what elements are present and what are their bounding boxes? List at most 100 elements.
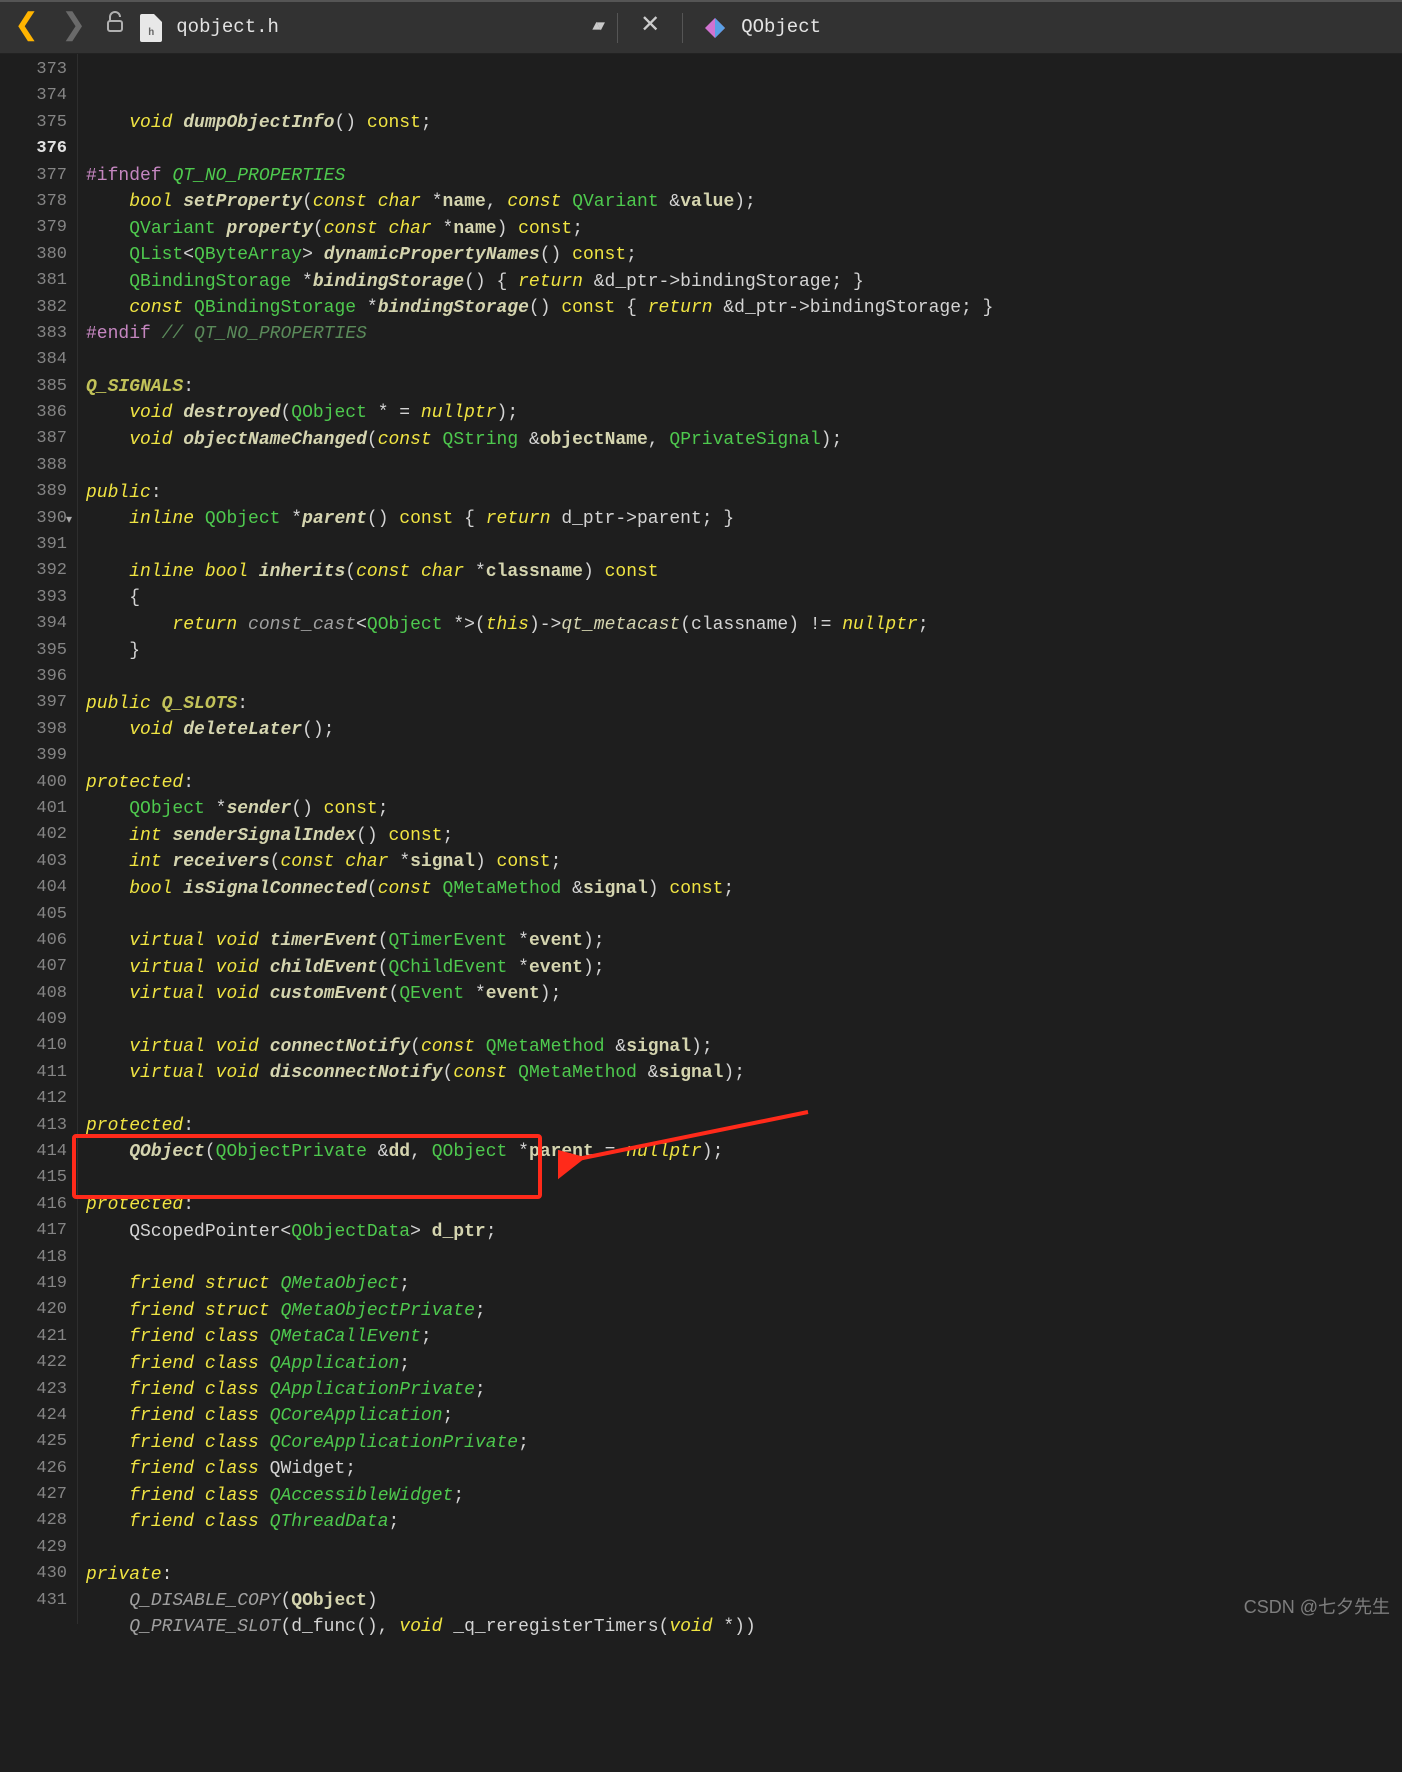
line-number[interactable]: 398 — [4, 718, 67, 744]
line-number[interactable]: 407 — [4, 955, 67, 981]
line-number[interactable]: 387 — [4, 427, 67, 453]
code-line[interactable]: int senderSignalIndex() const; — [86, 823, 1402, 849]
code-line[interactable]: #ifndef QT_NO_PROPERTIES — [86, 163, 1402, 189]
line-number[interactable]: 425 — [4, 1430, 67, 1456]
code-line[interactable] — [86, 744, 1402, 770]
line-number[interactable]: 423 — [4, 1378, 67, 1404]
file-dropdown-icon[interactable]: ▲▼ — [442, 17, 601, 37]
line-number[interactable]: 399 — [4, 744, 67, 770]
code-line[interactable]: QBindingStorage *bindingStorage() { retu… — [86, 269, 1402, 295]
line-number[interactable]: 395 — [4, 639, 67, 665]
line-number[interactable]: 413 — [4, 1114, 67, 1140]
code-line[interactable]: virtual void connectNotify(const QMetaMe… — [86, 1034, 1402, 1060]
nav-forward-icon[interactable]: ❯ — [55, 6, 92, 50]
code-line[interactable]: bool isSignalConnected(const QMetaMethod… — [86, 876, 1402, 902]
code-line[interactable]: virtual void timerEvent(QTimerEvent *eve… — [86, 928, 1402, 954]
line-number[interactable]: 373 — [4, 58, 67, 84]
code-line[interactable]: protected: — [86, 1113, 1402, 1139]
close-icon[interactable]: ✕ — [634, 10, 666, 45]
code-line[interactable]: int receivers(const char *signal) const; — [86, 849, 1402, 875]
line-number[interactable]: 390 — [4, 507, 67, 533]
line-number[interactable]: 377 — [4, 164, 67, 190]
code-line[interactable]: friend class QWidget; — [86, 1456, 1402, 1482]
code-line[interactable]: protected: — [86, 770, 1402, 796]
code-line[interactable]: void destroyed(QObject * = nullptr); — [86, 400, 1402, 426]
line-number-gutter[interactable]: 3733743753763773783793803813823833843853… — [0, 54, 78, 1624]
code-editor[interactable]: 3733743753763773783793803813823833843853… — [0, 54, 1402, 1624]
code-line[interactable] — [86, 1535, 1402, 1561]
line-number[interactable]: 381 — [4, 269, 67, 295]
code-line[interactable]: friend class QCoreApplication; — [86, 1403, 1402, 1429]
line-number[interactable]: 382 — [4, 296, 67, 322]
line-number[interactable]: 412 — [4, 1087, 67, 1113]
code-line[interactable] — [86, 664, 1402, 690]
line-number[interactable]: 385 — [4, 375, 67, 401]
code-line[interactable]: return const_cast<QObject *>(this)->qt_m… — [86, 612, 1402, 638]
code-line[interactable]: friend class QThreadData; — [86, 1509, 1402, 1535]
line-number[interactable]: 406 — [4, 929, 67, 955]
code-line[interactable]: Q_SIGNALS: — [86, 374, 1402, 400]
line-number[interactable]: 379 — [4, 216, 67, 242]
code-line[interactable]: const QBindingStorage *bindingStorage() … — [86, 295, 1402, 321]
code-line[interactable]: inline QObject *parent() const { return … — [86, 506, 1402, 532]
code-line[interactable]: public Q_SLOTS: — [86, 691, 1402, 717]
line-number[interactable]: 378 — [4, 190, 67, 216]
nav-back-icon[interactable]: ❮ — [8, 6, 45, 50]
line-number[interactable]: 401 — [4, 797, 67, 823]
line-number[interactable]: 391 — [4, 533, 67, 559]
line-number[interactable]: 383 — [4, 322, 67, 348]
code-line[interactable]: friend struct QMetaObject; — [86, 1271, 1402, 1297]
line-number[interactable]: 376 — [4, 137, 67, 163]
code-line[interactable]: QVariant property(const char *name) cons… — [86, 216, 1402, 242]
code-line[interactable] — [86, 348, 1402, 374]
line-number[interactable]: 431 — [4, 1589, 67, 1615]
code-line[interactable]: virtual void childEvent(QChildEvent *eve… — [86, 955, 1402, 981]
line-number[interactable]: 416 — [4, 1193, 67, 1219]
code-line[interactable]: friend class QCoreApplicationPrivate; — [86, 1430, 1402, 1456]
code-line[interactable]: public: — [86, 480, 1402, 506]
line-number[interactable]: 429 — [4, 1536, 67, 1562]
line-number[interactable]: 393 — [4, 586, 67, 612]
code-line[interactable]: inline bool inherits(const char *classna… — [86, 559, 1402, 585]
line-number[interactable]: 428 — [4, 1509, 67, 1535]
line-number[interactable]: 424 — [4, 1404, 67, 1430]
line-number[interactable]: 380 — [4, 243, 67, 269]
code-line[interactable]: Q_PRIVATE_SLOT(d_func(), void _q_reregis… — [86, 1614, 1402, 1640]
symbol-breadcrumb[interactable]: QObject — [741, 14, 821, 42]
line-number[interactable]: 394 — [4, 612, 67, 638]
code-line[interactable]: virtual void customEvent(QEvent *event); — [86, 981, 1402, 1007]
line-number[interactable]: 396 — [4, 665, 67, 691]
line-number[interactable]: 410 — [4, 1034, 67, 1060]
fold-chevron-icon[interactable]: ▾ — [66, 512, 72, 529]
code-line[interactable] — [86, 453, 1402, 479]
code-line[interactable] — [86, 532, 1402, 558]
line-number[interactable]: 403 — [4, 850, 67, 876]
code-line[interactable] — [86, 137, 1402, 163]
line-number[interactable]: 404 — [4, 876, 67, 902]
line-number[interactable]: 415 — [4, 1166, 67, 1192]
line-number[interactable]: 427 — [4, 1483, 67, 1509]
code-line[interactable]: } — [86, 638, 1402, 664]
code-line[interactable]: Q_DISABLE_COPY(QObject) — [86, 1588, 1402, 1614]
line-number[interactable]: 402 — [4, 823, 67, 849]
code-line[interactable]: bool setProperty(const char *name, const… — [86, 189, 1402, 215]
code-line[interactable]: #endif // QT_NO_PROPERTIES — [86, 321, 1402, 347]
code-line[interactable] — [86, 1007, 1402, 1033]
code-line[interactable]: void dumpObjectInfo() const; — [86, 110, 1402, 136]
code-line[interactable]: QList<QByteArray> dynamicPropertyNames()… — [86, 242, 1402, 268]
code-area[interactable]: void dumpObjectInfo() const; #ifndef QT_N… — [78, 54, 1402, 1624]
code-line[interactable]: void deleteLater(); — [86, 717, 1402, 743]
line-number[interactable]: 389 — [4, 480, 67, 506]
line-number[interactable]: 426 — [4, 1457, 67, 1483]
line-number[interactable]: 409 — [4, 1008, 67, 1034]
line-number[interactable]: 417 — [4, 1219, 67, 1245]
line-number[interactable]: 414 — [4, 1140, 67, 1166]
code-line[interactable]: { — [86, 585, 1402, 611]
line-number[interactable]: 408 — [4, 982, 67, 1008]
code-line[interactable]: friend class QApplicationPrivate; — [86, 1377, 1402, 1403]
filename-label[interactable]: qobject.h — [172, 12, 432, 44]
line-number[interactable]: 418 — [4, 1246, 67, 1272]
code-line[interactable]: friend struct QMetaObjectPrivate; — [86, 1298, 1402, 1324]
code-line[interactable]: QObject(QObjectPrivate &dd, QObject *par… — [86, 1139, 1402, 1165]
line-number[interactable]: 419 — [4, 1272, 67, 1298]
